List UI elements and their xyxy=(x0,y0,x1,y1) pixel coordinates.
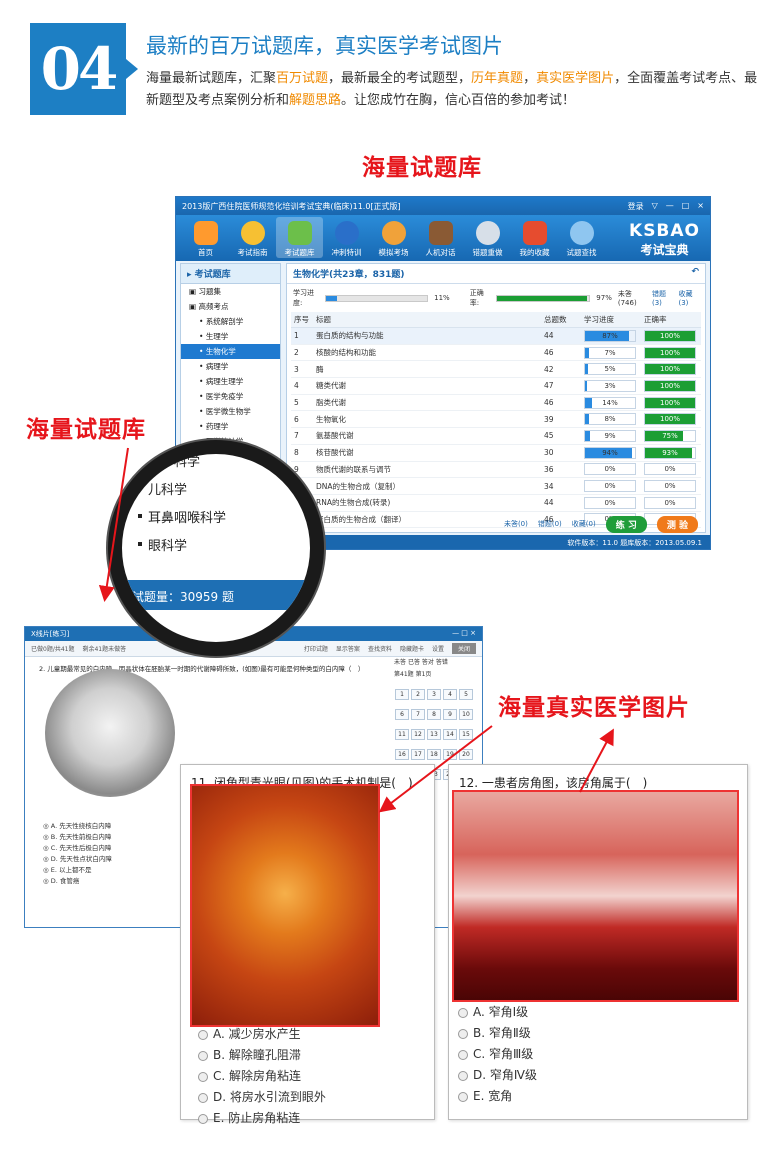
arrow-line xyxy=(579,728,614,793)
arrow-line xyxy=(98,447,129,602)
annotation-arrows xyxy=(98,447,614,813)
arrow-line xyxy=(378,725,493,813)
